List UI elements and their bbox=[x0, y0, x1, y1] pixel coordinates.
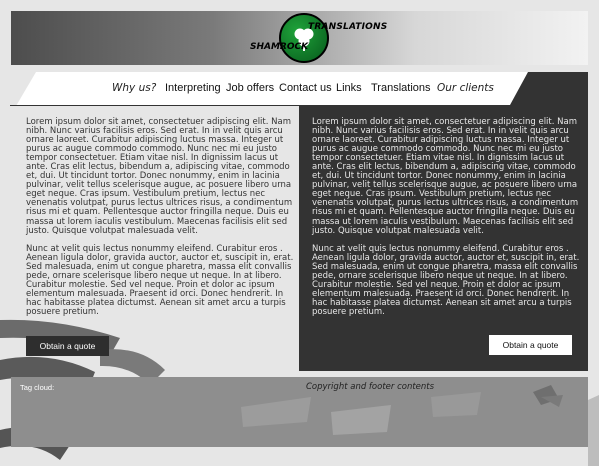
obtain-quote-button-left[interactable]: Obtain a quote bbox=[26, 336, 109, 356]
left-content-column: Lorem ipsum dolor sit amet, consectetuer… bbox=[26, 117, 294, 326]
obtain-quote-button-right[interactable]: Obtain a quote bbox=[489, 335, 572, 355]
swirl-shape bbox=[588, 395, 599, 466]
logo[interactable]: TRANSLATIONS SHAMROCK bbox=[246, 10, 388, 70]
right-paragraph-1: Lorem ipsum dolor sit amet, consectetuer… bbox=[312, 117, 579, 236]
tag-cloud-label: Tag cloud: bbox=[20, 383, 55, 392]
nav-item-contact-us[interactable]: Contact us bbox=[279, 82, 332, 94]
logo-text-shamrock: SHAMROCK bbox=[250, 42, 309, 52]
left-paragraph-1: Lorem ipsum dolor sit amet, consectetuer… bbox=[26, 117, 293, 236]
logo-circle bbox=[279, 13, 329, 63]
left-paragraph-2: Nunc at velit quis lectus nonummy eleife… bbox=[26, 243, 294, 317]
nav-item-links[interactable]: Links bbox=[336, 82, 362, 94]
footer-decoration bbox=[241, 385, 563, 435]
nav-item-why-us[interactable]: Why us? bbox=[112, 82, 156, 94]
footer-copyright: Copyright and footer contents bbox=[306, 382, 435, 392]
right-content-column: Lorem ipsum dolor sit amet, consectetuer… bbox=[312, 117, 580, 326]
main-nav: Why us? Interpreting Job offers Contact … bbox=[10, 72, 588, 106]
right-paragraph-2: Nunc at velit quis lectus nonummy eleife… bbox=[312, 243, 580, 317]
nav-item-job-offers[interactable]: Job offers bbox=[226, 82, 274, 94]
nav-item-translations[interactable]: Translations bbox=[371, 82, 431, 94]
footer bbox=[11, 377, 588, 447]
nav-item-our-clients[interactable]: Our clients bbox=[437, 82, 494, 94]
nav-item-interpreting[interactable]: Interpreting bbox=[165, 82, 221, 94]
logo-text-translations: TRANSLATIONS bbox=[308, 22, 388, 32]
